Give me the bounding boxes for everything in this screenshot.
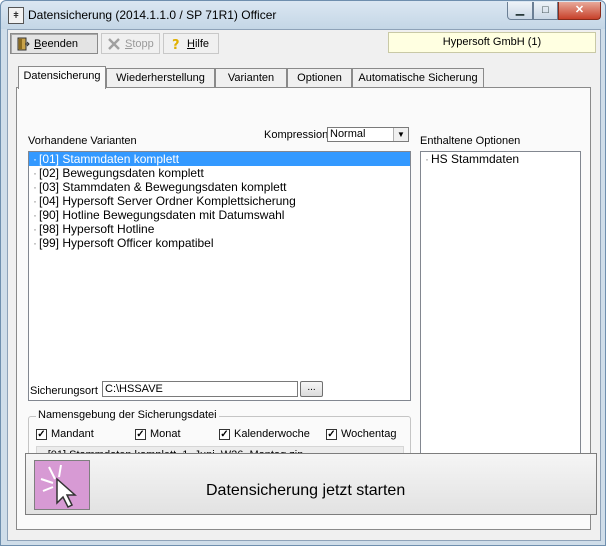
checkbox-kalenderwoche[interactable]: ✓ Kalenderwoche xyxy=(219,428,310,440)
variants-list[interactable]: · [01] Stammdaten komplett · [02] Bewegung… xyxy=(28,151,411,401)
document-icon[interactable]: ǂ xyxy=(8,7,24,24)
client-area: Beenden Stopp ? Hilfe Hypersoft GmbH (1)… xyxy=(7,29,601,541)
checkbox-mandant[interactable]: ✓ Mandant xyxy=(36,428,94,440)
list-item-label: [04] Hypersoft Server Ordner Komplettsic… xyxy=(39,194,296,208)
browse-button[interactable]: ... xyxy=(300,381,323,397)
checkbox-wochentag-box[interactable]: ✓ xyxy=(326,428,337,440)
checkbox-kalenderwoche-label: Kalenderwoche xyxy=(234,428,310,440)
help-label: Hilfe xyxy=(187,37,210,50)
checkbox-mandant-box[interactable]: ✓ xyxy=(36,428,47,440)
help-button[interactable]: ? Hilfe xyxy=(163,33,219,54)
stop-icon xyxy=(107,37,121,51)
exit-button[interactable]: Beenden xyxy=(10,33,98,54)
exit-label: Beenden xyxy=(34,37,79,50)
svg-text:?: ? xyxy=(172,38,180,51)
list-item[interactable]: · [99] Hypersoft Officer kompatibel xyxy=(29,236,410,250)
application-window: ǂ Datensicherung (2014.1.1.0 / SP 71R1) … xyxy=(0,0,606,546)
checkbox-wochentag[interactable]: ✓ Wochentag xyxy=(326,428,396,440)
checkbox-monat-label: Monat xyxy=(150,428,181,440)
tab-optionen[interactable]: Optionen xyxy=(287,68,352,88)
tab-datensicherung[interactable]: Datensicherung xyxy=(18,66,106,89)
compression-value: Normal xyxy=(330,128,366,140)
window-title: Datensicherung (2014.1.1.0 / SP 71R1) Of… xyxy=(28,8,277,22)
stop-label: Stopp xyxy=(125,37,154,50)
cursor-sparkle-icon xyxy=(34,460,90,510)
maximize-button[interactable]: □ xyxy=(533,2,558,20)
options-list[interactable]: · HS Stammdaten xyxy=(420,151,581,473)
company-field: Hypersoft GmbH (1) xyxy=(388,32,596,53)
list-item[interactable]: · [02] Bewegungsdaten komplett xyxy=(29,166,410,180)
checkbox-wochentag-label: Wochentag xyxy=(341,428,397,440)
minimize-button[interactable]: ▁ xyxy=(507,2,533,20)
tab-wiederherstellung[interactable]: Wiederherstellung xyxy=(106,68,215,88)
exit-door-icon xyxy=(16,37,30,51)
compression-select[interactable]: Normal ▼ xyxy=(327,127,409,142)
chevron-down-icon[interactable]: ▼ xyxy=(393,128,408,141)
list-item-label: [90] Hotline Bewegungsdaten mit Datumswa… xyxy=(39,208,285,222)
options-item[interactable]: · HS Stammdaten xyxy=(421,152,580,166)
list-item[interactable]: · [90] Hotline Bewegungsdaten mit Datumsw… xyxy=(29,208,410,222)
minimize-icon: ▁ xyxy=(515,4,525,16)
list-item[interactable]: · [04] Hypersoft Server Ordner Komplettsi… xyxy=(29,194,410,208)
variants-label: Vorhandene Varianten xyxy=(28,135,137,147)
list-item-label: [03] Stammdaten & Bewegungsdaten komplet… xyxy=(39,180,287,194)
list-item[interactable]: · [98] Hypersoft Hotline xyxy=(29,222,410,236)
checkbox-monat-box[interactable]: ✓ xyxy=(135,428,146,440)
checkbox-kalenderwoche-box[interactable]: ✓ xyxy=(219,428,230,440)
tab-varianten[interactable]: Varianten xyxy=(215,68,287,88)
maximize-icon: □ xyxy=(542,4,549,16)
list-item[interactable]: · [01] Stammdaten komplett xyxy=(29,152,410,166)
list-item-label: [01] Stammdaten komplett xyxy=(39,152,180,166)
list-item-label: [02] Bewegungsdaten komplett xyxy=(39,166,204,180)
start-backup-button[interactable]: Datensicherung jetzt starten xyxy=(25,453,597,515)
stop-button[interactable]: Stopp xyxy=(101,33,160,54)
options-label: Enthaltene Optionen xyxy=(420,135,521,147)
location-label: Sicherungsort xyxy=(30,385,98,397)
help-icon: ? xyxy=(169,37,183,51)
close-button[interactable]: ✕ xyxy=(558,2,601,20)
close-icon: ✕ xyxy=(574,4,585,16)
start-backup-label: Datensicherung jetzt starten xyxy=(206,482,406,499)
tab-automatische-sicherung[interactable]: Automatische Sicherung xyxy=(352,68,484,88)
checkbox-monat[interactable]: ✓ Monat xyxy=(135,428,181,440)
checkbox-mandant-label: Mandant xyxy=(51,428,94,440)
compression-label: Kompression: xyxy=(264,129,332,141)
naming-legend: Namensgebung der Sicherungsdatei xyxy=(36,409,219,421)
options-item-label: HS Stammdaten xyxy=(431,152,520,166)
title-bar[interactable]: ǂ Datensicherung (2014.1.1.0 / SP 71R1) … xyxy=(1,1,605,29)
location-input[interactable]: C:\HSSAVE xyxy=(102,381,298,397)
list-item-label: [98] Hypersoft Hotline xyxy=(39,222,155,236)
list-item-label: [99] Hypersoft Officer kompatibel xyxy=(39,236,214,250)
list-item[interactable]: · [03] Stammdaten & Bewegungsdaten komple… xyxy=(29,180,410,194)
